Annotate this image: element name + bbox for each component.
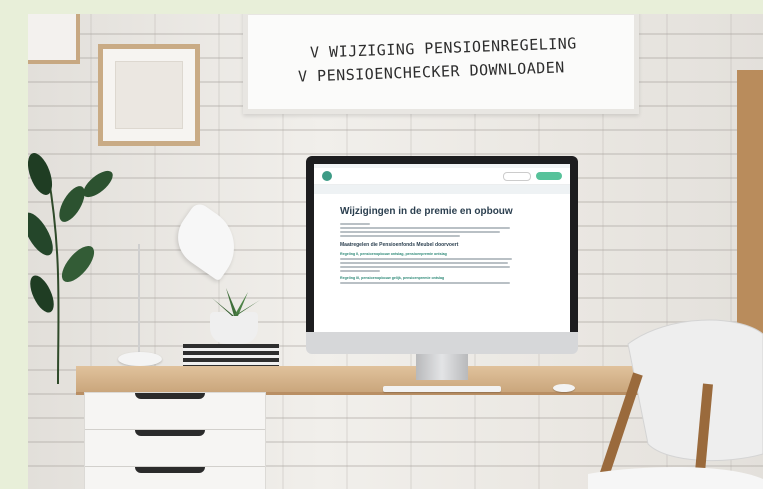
lamp-base <box>118 352 162 366</box>
page-title: Wijzigingen in de premie en opbouw <box>340 206 513 217</box>
whiteboard: V WIJZIGING PENSIOENREGELING V PENSIOENC… <box>243 14 639 114</box>
frame-mat <box>115 61 183 129</box>
drawer-unit <box>84 392 266 489</box>
plant-icon <box>28 153 113 384</box>
website-nav <box>314 168 570 185</box>
text-line <box>340 235 460 237</box>
plant-pot <box>210 312 258 344</box>
text-line <box>340 282 510 284</box>
search-box <box>503 171 531 181</box>
text-line <box>340 227 510 229</box>
screen-content: Wijzigingen in de premie en opbouw Maatr… <box>314 194 570 294</box>
succulent-icon <box>212 288 260 316</box>
picture-frame <box>98 44 200 146</box>
office-photo: V WIJZIGING PENSIOENREGELING V PENSIOENC… <box>28 14 763 489</box>
mouse <box>553 384 575 392</box>
logo-icon <box>322 171 332 181</box>
whiteboard-line-2: V PENSIOENCHECKER DOWNLOADEN <box>297 58 566 86</box>
lamp-arm <box>138 244 140 354</box>
breadcrumb <box>314 185 570 194</box>
monitor-stand <box>416 354 468 380</box>
text-line <box>340 262 508 264</box>
keyboard <box>383 386 501 392</box>
drawer-handle <box>135 393 205 399</box>
book-stack <box>183 344 279 366</box>
login-button <box>536 172 562 180</box>
desk-top <box>76 366 676 395</box>
drawer-handle <box>135 430 205 436</box>
drawer-1 <box>85 393 265 430</box>
drawer-handle <box>135 467 205 473</box>
text-line <box>340 223 370 225</box>
monitor-chin <box>306 332 578 354</box>
monitor-screen: Wijzigingen in de premie en opbouw Maatr… <box>314 164 570 332</box>
text-line <box>340 270 380 272</box>
whiteboard-line-1: V WIJZIGING PENSIOENREGELING <box>309 34 578 62</box>
section-heading: Maatregelen die Pensioenfonds Meubel doo… <box>340 242 459 248</box>
text-line <box>340 266 510 268</box>
chair-icon <box>588 319 763 489</box>
text-line <box>340 231 500 233</box>
drawer-3 <box>85 467 265 489</box>
text-line <box>340 258 512 260</box>
picture-frame-small <box>28 14 80 64</box>
drawer-2 <box>85 430 265 467</box>
subsection-heading: Regeling III, pensioenopbouw gelijk, pen… <box>340 276 445 280</box>
subsection-heading: Regeling II, pensioenopbouw ontslag, pen… <box>340 252 447 256</box>
